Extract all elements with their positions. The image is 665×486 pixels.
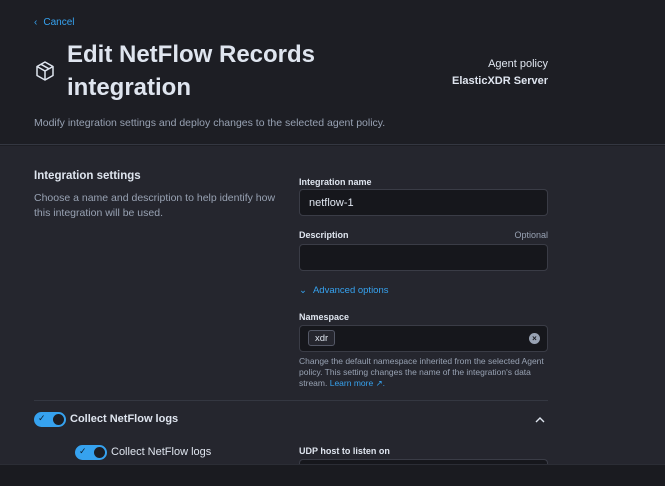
description-optional-label: Optional: [514, 230, 548, 240]
external-link-icon: ↗.: [375, 378, 386, 388]
check-icon: ✓: [79, 446, 87, 456]
integration-settings-title: Integration settings: [34, 170, 141, 182]
agent-policy-name: ElasticXDR Server: [452, 75, 548, 87]
integration-settings-description: Choose a name and description to help id…: [34, 192, 276, 219]
section-divider: [34, 400, 548, 401]
chevron-down-icon: ⌄: [299, 285, 307, 296]
toggle-knob: [93, 446, 106, 459]
integration-name-label: Integration name: [299, 177, 372, 187]
description-input[interactable]: [299, 244, 548, 271]
page-title: Edit NetFlow Records integration: [67, 41, 316, 101]
learn-more-link[interactable]: Learn more: [330, 378, 373, 388]
namespace-chip[interactable]: xdr: [308, 330, 336, 346]
collect-netflow-section-toggle[interactable]: ✓: [34, 412, 66, 427]
advanced-options-toggle[interactable]: ⌄ Advanced options: [299, 285, 389, 296]
clear-icon[interactable]: ×: [529, 333, 540, 344]
toggle-knob: [52, 413, 65, 426]
cancel-label: Cancel: [43, 17, 75, 28]
collect-netflow-section-label: Collect NetFlow logs: [70, 413, 179, 425]
integration-name-input[interactable]: netflow-1: [299, 189, 548, 216]
chevron-left-icon: ‹: [34, 17, 38, 28]
collect-netflow-stream-label: Collect NetFlow logs: [111, 446, 212, 458]
page-subtitle: Modify integration settings and deploy c…: [34, 117, 386, 129]
agent-policy-label: Agent policy: [488, 58, 548, 70]
chevron-up-icon[interactable]: [534, 414, 546, 426]
udp-host-label: UDP host to listen on: [299, 446, 390, 456]
cancel-link[interactable]: ‹ Cancel: [34, 17, 74, 28]
bottom-bar: [0, 464, 665, 486]
namespace-help-text: Change the default namespace inherited f…: [299, 356, 549, 389]
namespace-label: Namespace: [299, 312, 350, 322]
collect-netflow-stream-toggle[interactable]: ✓: [75, 445, 107, 460]
check-icon: ✓: [38, 413, 46, 423]
advanced-options-label: Advanced options: [312, 285, 389, 296]
description-label: Description: [299, 230, 349, 240]
namespace-combobox[interactable]: [299, 325, 548, 352]
package-icon: [36, 61, 54, 81]
